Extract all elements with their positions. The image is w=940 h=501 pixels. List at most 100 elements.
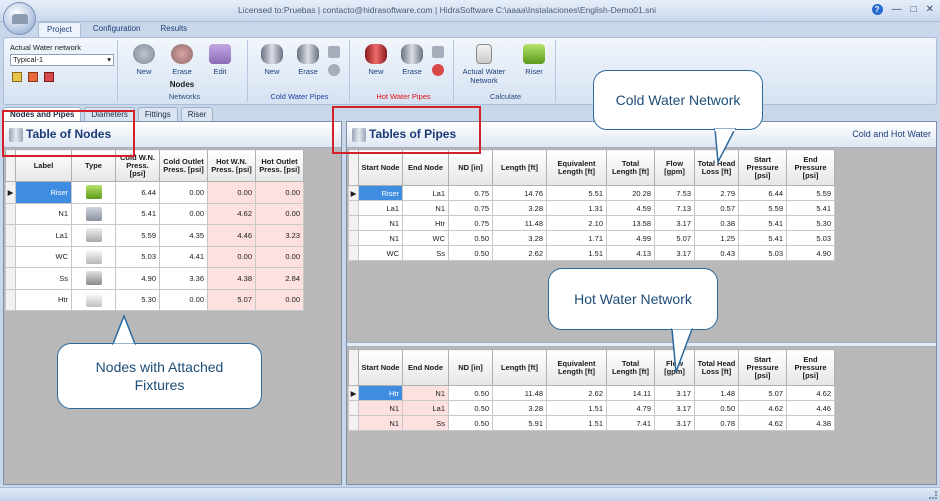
cold-wn-pressure-cell[interactable]: 4.90 [115,267,160,290]
pipe-cell[interactable]: La1 [402,185,449,201]
hot-outlet-pressure-cell[interactable]: 2.84 [255,267,304,290]
hot-valve-icon[interactable] [432,64,444,76]
pipe-cell[interactable]: 0.43 [694,245,739,261]
pipe-cell[interactable]: 14.76 [492,185,547,201]
erase-cold-pipe-button[interactable]: Erase [290,44,326,76]
column-header[interactable]: Flow [gpm] [654,149,695,186]
pipe-cell[interactable]: 5.03 [786,230,835,246]
column-header[interactable]: End Node [402,149,449,186]
column-header[interactable]: Length [ft] [492,349,547,386]
pipe-cell[interactable]: 1.48 [694,385,739,401]
pipe-cell[interactable]: 5.59 [786,185,835,201]
pipe-cell[interactable]: 5.59 [738,200,787,216]
column-header[interactable]: Hot Outlet Press. [psi] [255,149,304,182]
pipe-cell[interactable]: 13.58 [606,215,655,231]
node-type-cell[interactable] [71,267,116,290]
pipe-cell[interactable]: 0.50 [448,400,493,416]
row-indicator[interactable] [348,200,359,216]
pipe-cell[interactable]: 3.17 [654,400,695,416]
cold-wn-pressure-cell[interactable]: 5.41 [115,202,160,225]
column-header[interactable]: Length [ft] [492,149,547,186]
pipe-cell[interactable]: 1.51 [546,400,607,416]
new-hot-pipe-button[interactable]: New [358,44,394,76]
hot-wn-pressure-cell[interactable]: 0.00 [207,245,256,268]
row-indicator[interactable] [5,224,16,247]
pipe-cell[interactable]: 1.51 [546,245,607,261]
hot-outlet-pressure-cell[interactable]: 0.00 [255,202,304,225]
table-row[interactable]: ▶ Riser La1 0.75 14.76 5.51 20.28 7.53 2.79 6.44 5… [348,185,835,201]
cold-outlet-pressure-cell[interactable]: 0.00 [159,288,208,311]
pipe-cell[interactable]: 11.48 [492,385,547,401]
pipe-cell[interactable]: 14.11 [606,385,655,401]
column-header[interactable]: Start Node [358,349,403,386]
pipes-splitter[interactable] [347,342,936,347]
table-row[interactable]: N1 Htr 0.75 11.48 2.10 13.58 3.17 0.38 5.41 5.30 [348,215,835,231]
pipe-cell[interactable]: 1.25 [694,230,739,246]
pipe-cell[interactable]: 7.13 [654,200,695,216]
column-header[interactable]: Flow [gpm] [654,349,695,386]
column-header[interactable]: End Node [402,349,449,386]
pipe-cell[interactable]: 5.41 [738,230,787,246]
node-type-cell[interactable] [71,245,116,268]
table-row[interactable]: WC 5.03 4.41 0.00 0.00 [5,245,304,268]
node-label-cell[interactable]: Htr [15,288,72,311]
cold-fitting-icon[interactable] [328,46,340,58]
pipe-cell[interactable]: N1 [402,385,449,401]
tab-configuration[interactable]: Configuration [85,22,149,37]
pipe-cell[interactable]: 0.75 [448,185,493,201]
row-indicator[interactable] [348,230,359,246]
column-header[interactable]: Cold Outlet Press. [psi] [159,149,208,182]
hot-outlet-pressure-cell[interactable]: 0.00 [255,245,304,268]
pipe-cell[interactable]: 5.07 [654,230,695,246]
hot-fitting-icon[interactable] [432,46,444,58]
pipe-cell[interactable]: 3.28 [492,400,547,416]
column-header[interactable]: ND [in] [448,149,493,186]
pipe-cell[interactable]: N1 [358,230,403,246]
table-row[interactable]: N1 Ss 0.50 5.91 1.51 7.41 3.17 0.78 4.62 4.38 [348,415,835,431]
new-network-button[interactable]: New [126,44,162,76]
hot-outlet-pressure-cell[interactable]: 0.00 [255,181,304,204]
node-type-cell[interactable] [71,288,116,311]
network-select[interactable]: Typical-1 ▾ [10,54,114,66]
tab-results[interactable]: Results [153,22,196,37]
row-indicator[interactable] [5,267,16,290]
pipe-cell[interactable]: 3.17 [654,245,695,261]
row-indicator[interactable] [5,288,16,311]
pipe-cell[interactable]: 4.59 [606,200,655,216]
row-indicator[interactable] [5,202,16,225]
pipe-cell[interactable]: 0.75 [448,200,493,216]
copy-network-icon[interactable] [28,72,38,82]
cold-valve-icon[interactable] [328,64,340,76]
pipe-cell[interactable]: 6.44 [738,185,787,201]
row-indicator[interactable] [348,245,359,261]
node-type-cell[interactable] [71,202,116,225]
pipe-cell[interactable]: N1 [358,400,403,416]
column-header[interactable]: Equivalent Length [ft] [546,149,607,186]
table-row[interactable]: N1 WC 0.50 3.28 1.71 4.99 5.07 1.25 5.41 5.03 [348,230,835,246]
column-header[interactable]: Total Head Loss [ft] [694,349,739,386]
cold-outlet-pressure-cell[interactable]: 3.36 [159,267,208,290]
pipe-cell[interactable]: 5.07 [738,385,787,401]
pipe-cell[interactable]: La1 [358,200,403,216]
pipe-cell[interactable]: 0.50 [448,415,493,431]
column-header[interactable]: Equivalent Length [ft] [546,349,607,386]
new-cold-pipe-button[interactable]: New [254,44,290,76]
cold-wn-pressure-cell[interactable]: 6.44 [115,181,160,204]
resize-grip-icon[interactable] [929,491,937,499]
edit-node-button[interactable]: Edit [202,44,238,76]
pipe-cell[interactable]: 4.38 [786,415,835,431]
pipe-cell[interactable]: 5.51 [546,185,607,201]
table-row[interactable]: N1 La1 0.50 3.28 1.51 4.79 3.17 0.50 4.62 4.46 [348,400,835,416]
node-type-cell[interactable] [71,224,116,247]
hot-wn-pressure-cell[interactable]: 5.07 [207,288,256,311]
pipe-cell[interactable]: 3.28 [492,200,547,216]
pipe-cell[interactable]: 0.50 [448,230,493,246]
column-header[interactable]: End Pressure [psi] [786,149,835,186]
pipe-cell[interactable]: 11.48 [492,215,547,231]
pipe-cell[interactable]: 0.78 [694,415,739,431]
row-indicator[interactable] [5,245,16,268]
pipe-cell[interactable]: 7.41 [606,415,655,431]
erase-hot-pipe-button[interactable]: Erase [394,44,430,76]
pipe-cell[interactable]: N1 [402,200,449,216]
row-indicator[interactable]: ▶ [5,181,16,204]
